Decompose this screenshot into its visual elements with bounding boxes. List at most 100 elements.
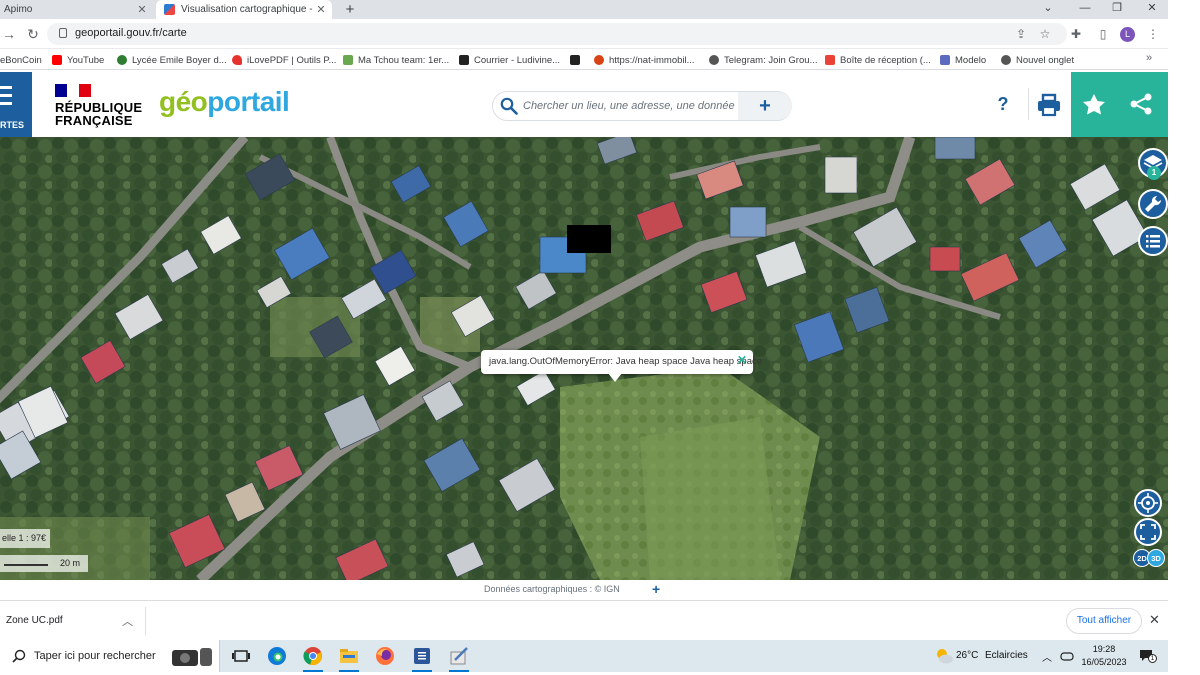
geoportail-logo[interactable]: géoportail [159, 86, 290, 118]
attribution-expand-button[interactable]: + [652, 581, 660, 597]
file-explorer-icon[interactable] [337, 644, 361, 672]
bookmark-label: Telegram: Join Grou... [724, 54, 818, 66]
bookmark-nat-immobilier[interactable]: https://nat-immobil... [594, 53, 695, 67]
bookmark-unnamed[interactable] [570, 53, 585, 67]
chevron-up-icon[interactable]: ︿ [1042, 649, 1052, 664]
address-bar[interactable]: geoportail.gouv.fr/carte ⇪ ☆ [47, 23, 1067, 45]
close-icon[interactable]: ✕ [135, 3, 149, 16]
word-icon[interactable] [410, 644, 434, 672]
cartes-menu-button[interactable]: RTES [0, 72, 32, 137]
drawing-app-icon[interactable] [447, 644, 471, 672]
tools-button[interactable] [1138, 189, 1168, 219]
edge-icon[interactable] [265, 644, 289, 668]
window-close-button[interactable]: ✕ [1137, 0, 1167, 19]
place-search-box[interactable]: Chercher un lieu, une adresse, une donné… [492, 91, 792, 121]
marianne-flag-icon [55, 84, 91, 97]
divider [145, 607, 146, 635]
show-all-downloads-button[interactable]: Tout afficher [1066, 608, 1142, 634]
bookmark-star-icon[interactable]: ☆ [1037, 26, 1053, 42]
forward-arrow-icon[interactable]: → [0, 25, 18, 43]
hamburger-icon [0, 86, 12, 108]
star-icon [1083, 94, 1105, 115]
bookmark-lycee[interactable]: Lycée Emile Boyer d... [117, 53, 227, 67]
bookmark-modelo[interactable]: Modelo [940, 53, 986, 67]
header-divider [1028, 88, 1029, 120]
extensions-puzzle-icon[interactable]: ✚ [1068, 26, 1084, 42]
rf-line2: FRANÇAISE [55, 113, 133, 128]
gmail-icon [825, 55, 835, 65]
reload-icon[interactable]: ↻ [24, 25, 42, 43]
tab-search-chevron-icon[interactable]: ⌄ [1033, 0, 1063, 19]
2d-3d-toggle[interactable]: 2D 3D [1133, 547, 1165, 569]
mail-app-icon [459, 55, 469, 65]
help-button[interactable]: ? [990, 94, 1016, 120]
side-panel-icon[interactable]: ▯ [1095, 26, 1111, 42]
restore-button[interactable]: ❐ [1102, 0, 1132, 19]
favorites-button[interactable] [1071, 72, 1117, 137]
bookmark-ilovepdf[interactable]: iLovePDF | Outils P... [232, 53, 336, 67]
firefox-icon[interactable] [373, 644, 397, 668]
camera-icon [172, 648, 212, 666]
tab-apimo[interactable]: Apimo ✕ [0, 0, 153, 19]
scale-ratio[interactable]: elle 1 : 97€ [0, 529, 50, 548]
bookmark-telegram[interactable]: Telegram: Join Grou... [709, 53, 817, 67]
attribution-text: Données cartographiques : © IGN [484, 584, 620, 594]
bookmark-courrier[interactable]: Courrier - Ludivine... [459, 53, 560, 67]
close-download-shelf-button[interactable]: ✕ [1149, 612, 1160, 628]
weather-temperature[interactable]: 26°C [956, 650, 978, 661]
share-button[interactable] [1117, 72, 1168, 137]
more-bookmarks-icon[interactable]: » [1146, 52, 1152, 64]
bookmark-nouvel-onglet[interactable]: Nouvel onglet [1001, 53, 1074, 67]
taskbar-search[interactable]: Taper ici pour rechercher [0, 640, 220, 672]
browser-toolbar: → ↻ geoportail.gouv.fr/carte ⇪ ☆ ✚ ▯ L ⋮ [0, 19, 1168, 49]
new-tab-button[interactable]: + [342, 0, 358, 19]
taskbar-clock[interactable]: 19:28 16/05/2023 [1079, 643, 1129, 669]
notifications-button[interactable]: 1 [1138, 648, 1157, 664]
modelo-icon [940, 55, 950, 65]
bookmark-label: YouTube [67, 54, 105, 66]
minimize-button[interactable]: — [1070, 0, 1100, 19]
map-canvas[interactable]: 1 java.lang.OutOfMemoryError: Java heap … [0, 137, 1168, 580]
republique-francaise-logo[interactable]: RÉPUBLIQUE FRANÇAISE [55, 84, 145, 129]
3d-option[interactable]: 3D [1147, 549, 1165, 567]
download-file-name[interactable]: Zone UC.pdf [6, 615, 63, 626]
screen: Apimo ✕ Visualisation cartographique - G… [0, 0, 1200, 675]
tab-geoportail[interactable]: Visualisation cartographique - G ✕ [156, 0, 332, 19]
bookmark-label: Ma Tchou team: 1er... [358, 54, 450, 66]
profile-avatar[interactable]: L [1120, 27, 1135, 42]
bookmark-youtube[interactable]: YouTube [52, 53, 104, 67]
logo-portail: portail [207, 86, 290, 117]
bookmark-tchou-team[interactable]: Ma Tchou team: 1er... [343, 53, 449, 67]
kebab-menu-icon[interactable]: ⋮ [1145, 26, 1161, 42]
scale-value: 20 m [60, 558, 81, 568]
fullscreen-button[interactable] [1134, 518, 1162, 546]
search-icon [500, 97, 518, 115]
chrome-icon[interactable] [301, 644, 325, 672]
geoportail-favicon-icon [164, 4, 175, 15]
search-input[interactable]: Chercher un lieu, une adresse, une donné… [523, 100, 735, 112]
search-icon [12, 649, 26, 663]
bookmark-label: iLovePDF | Outils P... [247, 54, 337, 66]
team-icon [343, 55, 353, 65]
task-view-icon[interactable] [229, 644, 253, 668]
network-icon[interactable] [1060, 649, 1074, 663]
weather-condition[interactable]: Eclaircies [985, 650, 1028, 661]
geolocate-button[interactable] [1134, 489, 1162, 517]
bookmark-label: Modelo [955, 54, 987, 66]
bookmark-gmail[interactable]: Boîte de réception (... [825, 53, 931, 67]
legend-button[interactable] [1138, 226, 1168, 256]
popup-pointer [608, 373, 622, 382]
app-icon [570, 55, 580, 65]
tab-title: Visualisation cartographique - G [181, 4, 314, 15]
chevron-up-icon[interactable]: ︿ [122, 613, 133, 629]
close-icon[interactable]: ✕ [314, 3, 328, 16]
tab-title: Apimo [4, 4, 33, 15]
advanced-search-button[interactable]: + [738, 92, 792, 120]
scale-line [4, 564, 48, 566]
print-icon[interactable] [1035, 92, 1063, 118]
bookmark-leboncoin[interactable]: eBonCoin [0, 53, 42, 67]
share-icon[interactable]: ⇪ [1013, 26, 1029, 42]
popup-close-button[interactable]: ✕ [737, 353, 747, 367]
taskbar-search-input[interactable]: Taper ici pour rechercher [34, 650, 156, 662]
crosshair-icon [1138, 493, 1158, 513]
